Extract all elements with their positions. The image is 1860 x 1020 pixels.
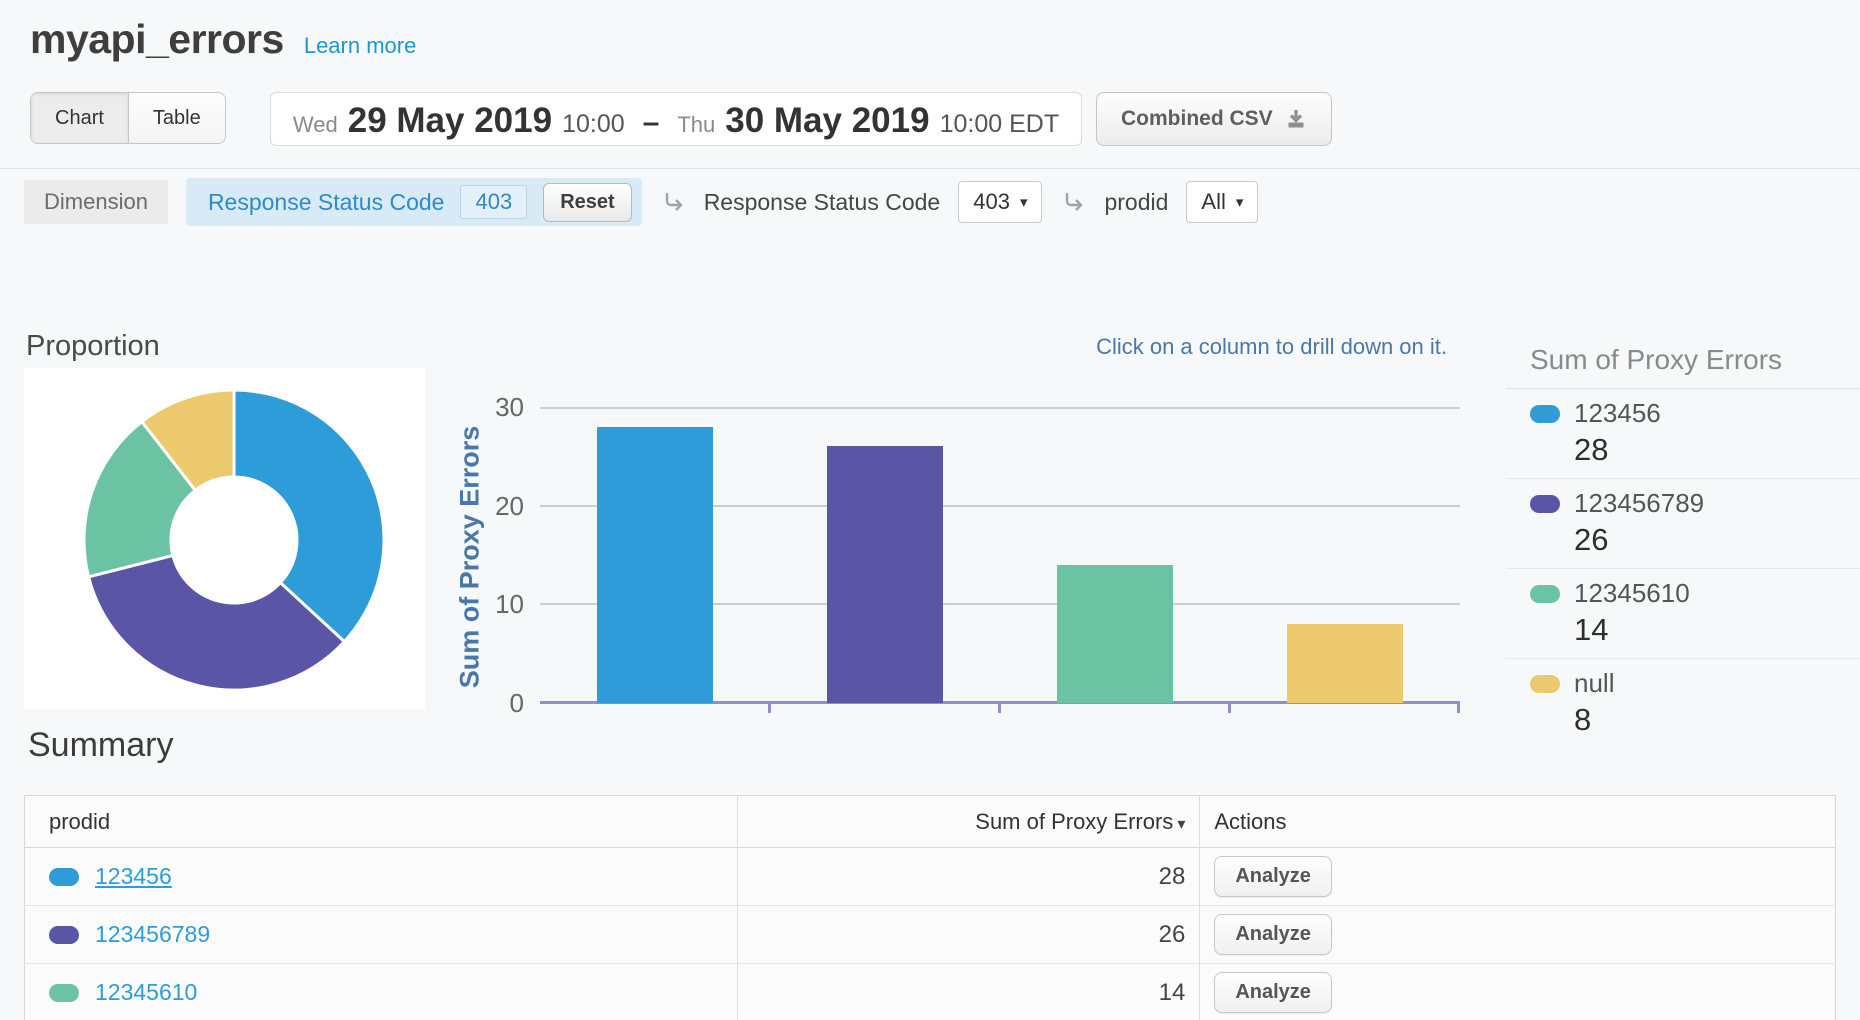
column-header-prodid: prodid [25,796,738,848]
chart-toggle-button[interactable]: Chart [31,93,128,143]
x-axis-tick [1457,704,1460,713]
legend-swatch-purple [1530,495,1560,513]
chevron-down-icon: ▾ [1236,193,1244,211]
legend-label: 123456 [1574,398,1661,429]
gridline-30 [540,407,1460,409]
row-value: 14 [737,964,1200,1020]
legend-item: 123456 28 [1506,389,1860,479]
combined-csv-button[interactable]: Combined CSV [1096,92,1332,146]
bar-12345610[interactable] [1057,565,1173,703]
table-row: 12345610 14 Analyze [25,964,1836,1020]
summary-title: Summary [28,726,173,765]
page-title: myapi_errors [30,16,284,63]
legend-value: 26 [1574,522,1860,558]
legend-title: Sum of Proxy Errors [1506,340,1860,389]
start-date: 29 May 2019 [348,101,552,141]
drilldown-dimension-name: prodid [1104,189,1168,216]
y-tick-20: 20 [440,490,524,522]
download-icon [1285,108,1307,130]
page-header: myapi_errors Learn more [30,16,416,63]
drilldown-arrow-icon [1060,189,1086,215]
legend-swatch-green [1530,585,1560,603]
chevron-down-icon: ▾ [1020,193,1028,211]
prodid-link[interactable]: 123456 [95,863,172,890]
prodid-link[interactable]: 12345610 [95,979,197,1006]
x-axis-tick [998,704,1001,713]
legend-value: 8 [1574,702,1860,738]
drilldown-hint-text: Click on a column to drill down on it. [1096,334,1447,360]
legend-label: 12345610 [1574,578,1690,609]
bar-123456789[interactable] [827,446,943,703]
active-filter-chip: Response Status Code 403 Reset [186,178,642,226]
reset-button[interactable]: Reset [543,183,631,222]
legend-item: 123456789 26 [1506,479,1860,569]
combined-csv-label: Combined CSV [1121,107,1273,131]
analyze-button[interactable]: Analyze [1214,972,1332,1013]
proportion-donut-chart[interactable] [24,368,425,709]
legend-swatch-blue [1530,405,1560,423]
prodid-dropdown[interactable]: All ▾ [1186,181,1258,223]
table-toggle-button[interactable]: Table [128,93,225,143]
row-value: 28 [737,848,1200,906]
start-day: Wed [293,112,338,138]
start-time: 10:00 [562,110,625,139]
legend-item: 12345610 14 [1506,569,1860,659]
end-date: 30 May 2019 [725,101,929,141]
bar-null[interactable] [1287,624,1403,703]
bar-chart-plot-area [540,407,1460,703]
legend-value: 28 [1574,432,1860,468]
learn-more-link[interactable]: Learn more [304,33,417,59]
chart-legend: Sum of Proxy Errors 123456 28 123456789 … [1506,340,1860,748]
drilldown-arrow-icon [660,189,686,215]
status-code-dropdown-value: 403 [973,189,1010,215]
legend-swatch-yellow [1530,675,1560,693]
status-code-dropdown[interactable]: 403 ▾ [958,181,1042,223]
y-tick-10: 10 [440,588,524,620]
column-header-actions: Actions [1200,796,1836,848]
end-time: 10:00 EDT [940,110,1060,139]
view-toggle-group: Chart Table [30,92,226,144]
bar-123456[interactable] [597,427,713,703]
y-tick-30: 30 [440,391,524,423]
dimension-label: Dimension [24,180,168,224]
row-swatch-blue [49,868,79,886]
active-filter-name: Response Status Code [208,189,445,216]
dashboard-screen: myapi_errors Learn more Chart Table Wed … [0,0,1860,1020]
summary-table: prodid Sum of Proxy Errors▾ Actions 1234… [24,795,1836,1020]
row-swatch-green [49,984,79,1002]
prodid-dropdown-value: All [1201,189,1225,215]
summary-table-header-row: prodid Sum of Proxy Errors▾ Actions [25,796,1836,848]
x-axis-tick [1228,704,1231,713]
y-tick-0: 0 [440,687,524,719]
end-day: Thu [677,112,715,138]
x-axis-tick [768,704,771,713]
table-row: 123456789 26 Analyze [25,906,1836,964]
filter-bar: Dimension Response Status Code 403 Reset… [24,178,1258,226]
sort-descending-icon: ▾ [1177,816,1185,833]
row-value: 26 [737,906,1200,964]
analyze-button[interactable]: Analyze [1214,914,1332,955]
prodid-link[interactable]: 123456789 [95,921,210,948]
legend-item: null 8 [1506,659,1860,748]
bar-chart-y-ticks: 0102030 [440,407,524,703]
drilldown-dimension-name: Response Status Code [704,189,941,216]
toolbar-divider [0,168,1860,169]
legend-label: 123456789 [1574,488,1704,519]
table-row: 123456 28 Analyze [25,848,1836,906]
date-range-picker[interactable]: Wed 29 May 2019 10:00 – Thu 30 May 2019 … [270,92,1082,146]
legend-label: null [1574,668,1614,699]
column-header-sum-of-proxy-errors[interactable]: Sum of Proxy Errors▾ [737,796,1200,848]
active-filter-value: 403 [460,185,527,219]
analyze-button[interactable]: Analyze [1214,856,1332,897]
legend-value: 14 [1574,612,1860,648]
proportion-title: Proportion [26,330,160,363]
row-swatch-purple [49,926,79,944]
date-range-separator: – [643,106,660,140]
